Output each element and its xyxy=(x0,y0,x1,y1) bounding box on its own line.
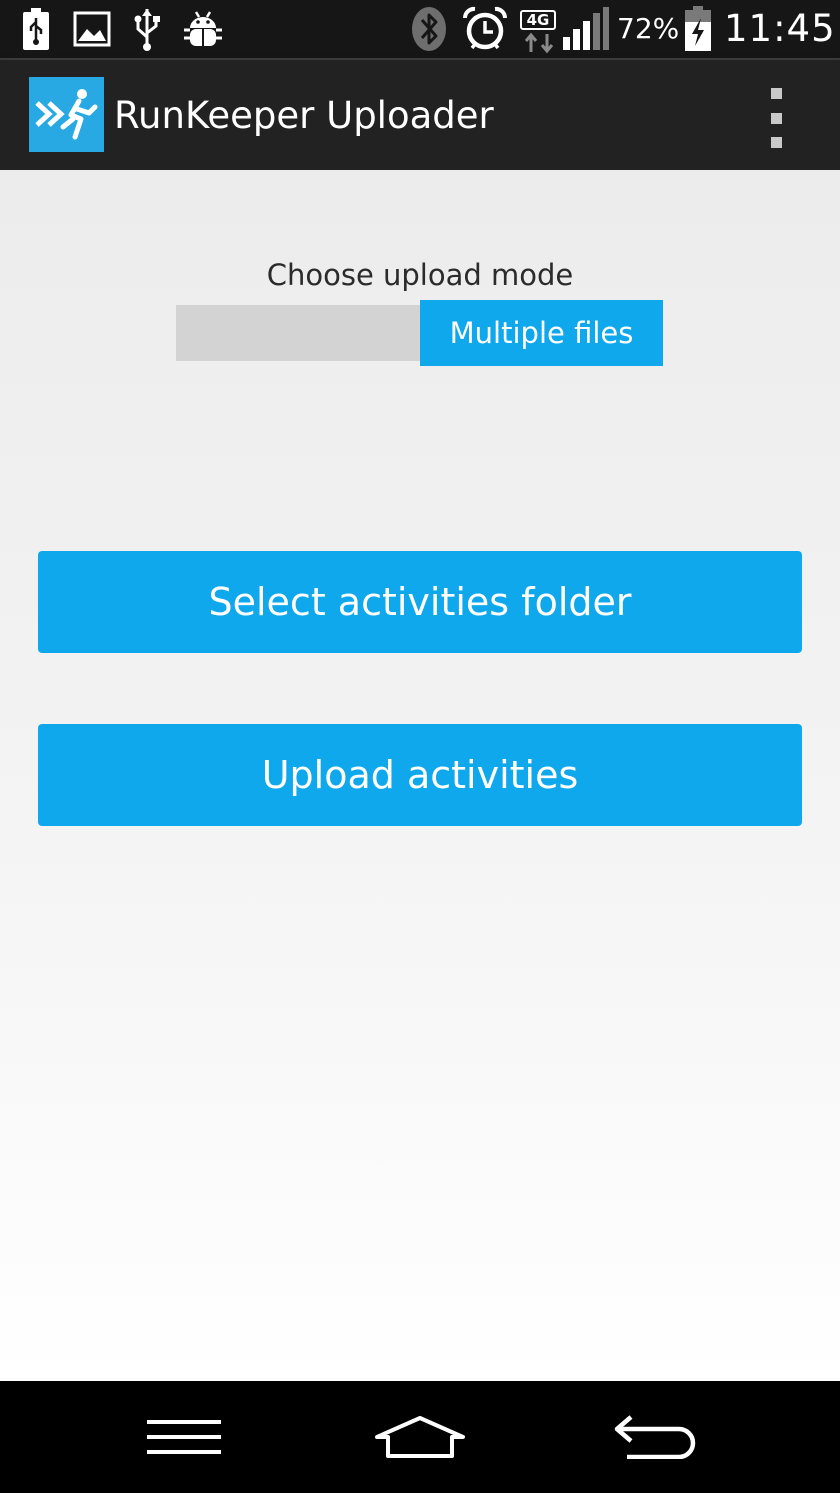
network-type-label: 4G xyxy=(520,10,556,30)
single-file-mode-option[interactable] xyxy=(176,305,420,361)
overflow-dot xyxy=(770,112,782,124)
navigation-bar xyxy=(0,1381,840,1493)
alarm-icon xyxy=(462,0,508,58)
signal-icon xyxy=(562,0,610,58)
app-title: RunKeeper Uploader xyxy=(114,94,494,137)
battery-charging-icon xyxy=(684,0,712,58)
status-bar: 4G 72% 11:45 xyxy=(0,0,840,58)
select-activities-folder-button[interactable]: Select activities folder xyxy=(38,551,802,653)
usb-icon xyxy=(133,0,161,58)
upload-activities-button[interactable]: Upload activities xyxy=(38,724,802,826)
upload-mode-toggle[interactable]: Multiple files xyxy=(176,300,663,366)
battery-percent: 72% xyxy=(617,12,680,45)
overflow-menu-icon[interactable] xyxy=(754,88,798,148)
home-icon[interactable] xyxy=(350,1381,490,1493)
gallery-icon xyxy=(73,0,111,58)
action-bar: RunKeeper Uploader xyxy=(0,58,840,170)
bluetooth-icon xyxy=(411,0,447,58)
overflow-dot xyxy=(770,88,782,99)
multiple-files-mode-option[interactable]: Multiple files xyxy=(420,300,663,366)
back-icon[interactable] xyxy=(586,1381,726,1493)
overflow-dot xyxy=(770,137,782,148)
network-4g-icon: 4G xyxy=(520,0,558,58)
android-debug-icon xyxy=(182,0,224,58)
main-content: Choose upload mode Multiple files Select… xyxy=(0,170,840,1381)
usb-battery-icon xyxy=(22,0,50,58)
clock: 11:45 xyxy=(724,7,836,50)
menu-icon[interactable] xyxy=(114,1381,254,1493)
runkeeper-logo-icon[interactable] xyxy=(29,77,104,152)
upload-mode-label: Choose upload mode xyxy=(266,258,574,292)
